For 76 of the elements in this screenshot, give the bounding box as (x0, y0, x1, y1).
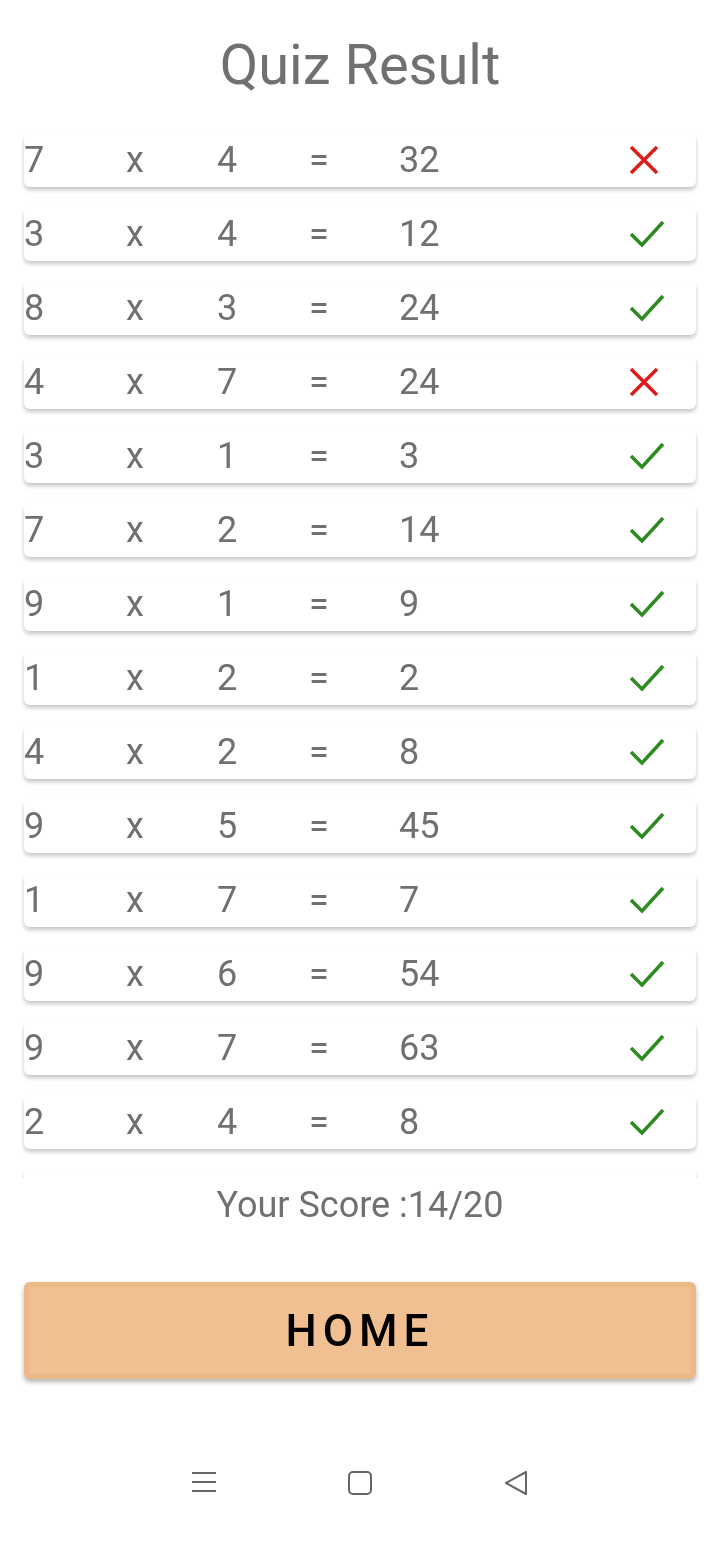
operator-text: x (126, 1030, 145, 1066)
answer-text: 14 (399, 512, 441, 548)
equals-text: = (309, 290, 330, 326)
operand-text: 9 (24, 956, 46, 992)
operand-text: 7 (217, 882, 239, 918)
answer-text: 45 (399, 808, 441, 844)
answer-text: 24 (399, 364, 441, 400)
answer-text: 8 (399, 734, 421, 770)
operand-text: 3 (24, 438, 46, 474)
equals-text: = (309, 1030, 330, 1066)
operator-text: x (126, 882, 145, 918)
operator-text: x (126, 808, 145, 844)
operator-text: x (126, 512, 145, 548)
equals-text: = (309, 216, 330, 252)
answer-text: 54 (399, 956, 441, 992)
operand-text: 7 (24, 512, 46, 548)
answer-text: 32 (399, 142, 441, 178)
answer-text: 63 (399, 1030, 441, 1066)
operand-text: 5 (217, 808, 239, 844)
operator-text: x (126, 216, 145, 252)
score-text: Your Score :14/20 (216, 1187, 504, 1223)
answer-text: 8 (399, 1104, 421, 1140)
answer-text: 2 (399, 660, 421, 696)
operator-text: x (126, 142, 145, 178)
operand-text: 2 (24, 1104, 46, 1140)
operand-text: 7 (24, 142, 46, 178)
operand-text: 3 (24, 216, 46, 252)
equals-text: = (309, 882, 330, 918)
operand-text: 1 (24, 882, 46, 918)
equals-text: = (309, 808, 330, 844)
answer-text: 24 (399, 290, 441, 326)
operand-text: 2 (217, 734, 239, 770)
operand-text: 3 (217, 290, 239, 326)
equals-text: = (309, 660, 330, 696)
page-title: Quiz Result (219, 37, 501, 93)
equals-text: = (309, 512, 330, 548)
operand-text: 4 (24, 734, 46, 770)
equals-text: = (309, 956, 330, 992)
back-triangle-icon[interactable] (503, 1470, 529, 1496)
operand-text: 8 (24, 290, 46, 326)
answer-text: 9 (399, 586, 421, 622)
operator-text: x (126, 1104, 145, 1140)
menu-icon[interactable] (191, 1470, 217, 1494)
operator-text: x (126, 438, 145, 474)
operand-text: 7 (217, 364, 239, 400)
equals-text: = (309, 364, 330, 400)
answer-text: 12 (399, 216, 441, 252)
operand-text: 9 (24, 586, 46, 622)
operand-text: 1 (24, 660, 46, 696)
operand-text: 1 (217, 438, 239, 474)
operator-text: x (126, 586, 145, 622)
operator-text: x (126, 956, 145, 992)
operand-text: 2 (217, 660, 239, 696)
operand-text: 9 (24, 808, 46, 844)
operator-text: x (126, 734, 145, 770)
equals-text: = (309, 438, 330, 474)
equals-text: = (309, 142, 330, 178)
operand-text: 6 (217, 956, 239, 992)
equals-text: = (309, 1104, 330, 1140)
operator-text: x (126, 290, 145, 326)
operand-text: 9 (24, 1030, 46, 1066)
operand-text: 4 (217, 142, 239, 178)
operand-text: 7 (217, 1030, 239, 1066)
operand-text: 4 (24, 364, 46, 400)
operator-text: x (126, 364, 145, 400)
operand-text: 1 (217, 586, 239, 622)
equals-text: = (309, 734, 330, 770)
home-button[interactable]: HOME (24, 1282, 696, 1379)
operator-text: x (126, 660, 145, 696)
operand-text: 2 (217, 512, 239, 548)
square-icon[interactable] (347, 1470, 373, 1496)
answer-text: 7 (399, 882, 421, 918)
operand-text: 4 (217, 1104, 239, 1140)
operand-text: 4 (217, 216, 239, 252)
answer-text: 3 (399, 438, 421, 474)
equals-text: = (309, 586, 330, 622)
